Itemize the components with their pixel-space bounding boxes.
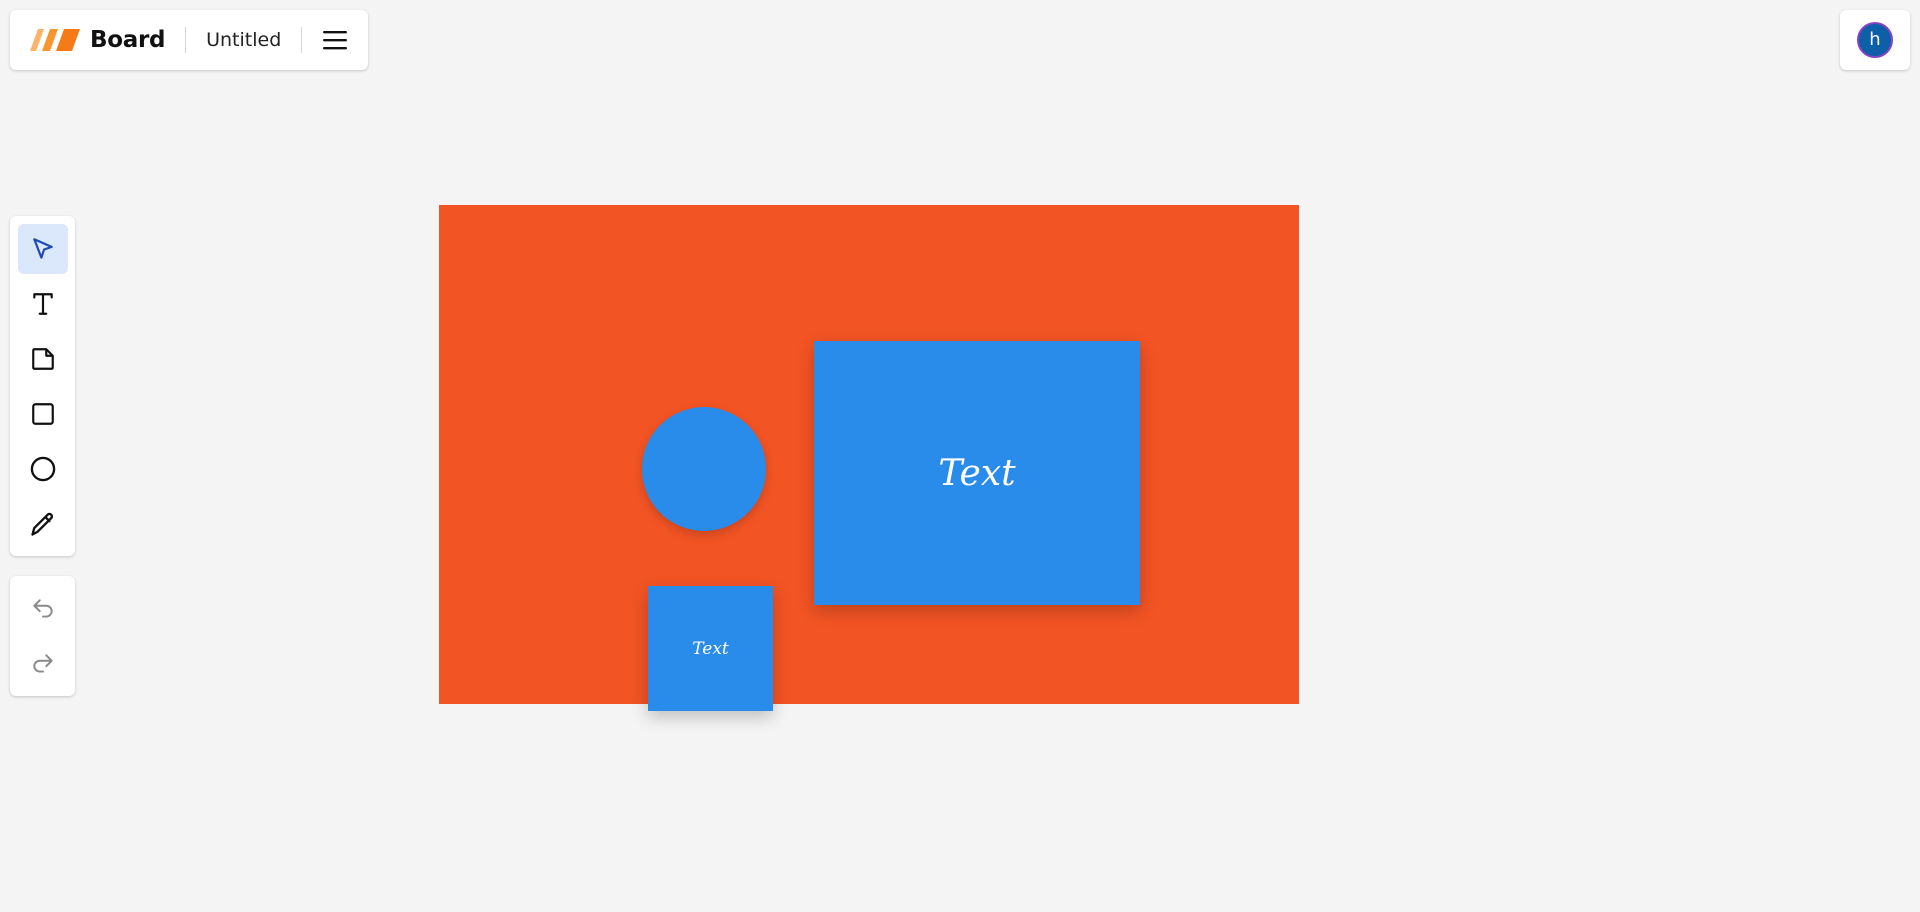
pen-tool-button[interactable] [18, 499, 68, 549]
cursor-arrow-icon [32, 238, 53, 259]
select-tool-button[interactable] [17, 224, 68, 274]
text-tool-icon [32, 293, 53, 315]
hamburger-menu-icon [323, 31, 348, 50]
user-panel: h [1840, 10, 1910, 70]
text-tool-button[interactable] [18, 279, 68, 329]
square-icon [31, 403, 54, 425]
logo[interactable]: Board [30, 10, 165, 70]
sticky-note-icon [31, 348, 54, 370]
canvas-circle-shape[interactable] [642, 407, 766, 531]
divider [185, 27, 187, 53]
history-controls [10, 576, 75, 696]
undo-button[interactable] [18, 584, 68, 634]
pencil-icon [30, 512, 53, 536]
redo-icon [32, 654, 53, 673]
rectangle-tool-button[interactable] [18, 389, 68, 439]
shape-text: Text [938, 452, 1016, 494]
avatar-initial: h [1869, 29, 1881, 50]
main-menu-button[interactable] [322, 26, 348, 54]
sticky-note-tool-button[interactable] [18, 334, 68, 384]
circle-icon [30, 456, 55, 482]
canvas-rectangle-large[interactable]: Text [814, 341, 1140, 605]
ellipse-tool-button[interactable] [18, 444, 68, 494]
redo-button[interactable] [18, 639, 68, 689]
board-logo-icon [30, 29, 80, 51]
canvas-rectangle-small[interactable]: Text [648, 586, 773, 711]
shape-text: Text [692, 638, 729, 659]
divider [301, 27, 303, 53]
brand-name: Board [90, 27, 166, 53]
undo-icon [32, 599, 53, 618]
avatar[interactable]: h [1857, 22, 1893, 58]
tool-palette [10, 216, 75, 556]
app-header: Board Untitled [10, 10, 368, 70]
document-title[interactable]: Untitled [206, 29, 281, 51]
